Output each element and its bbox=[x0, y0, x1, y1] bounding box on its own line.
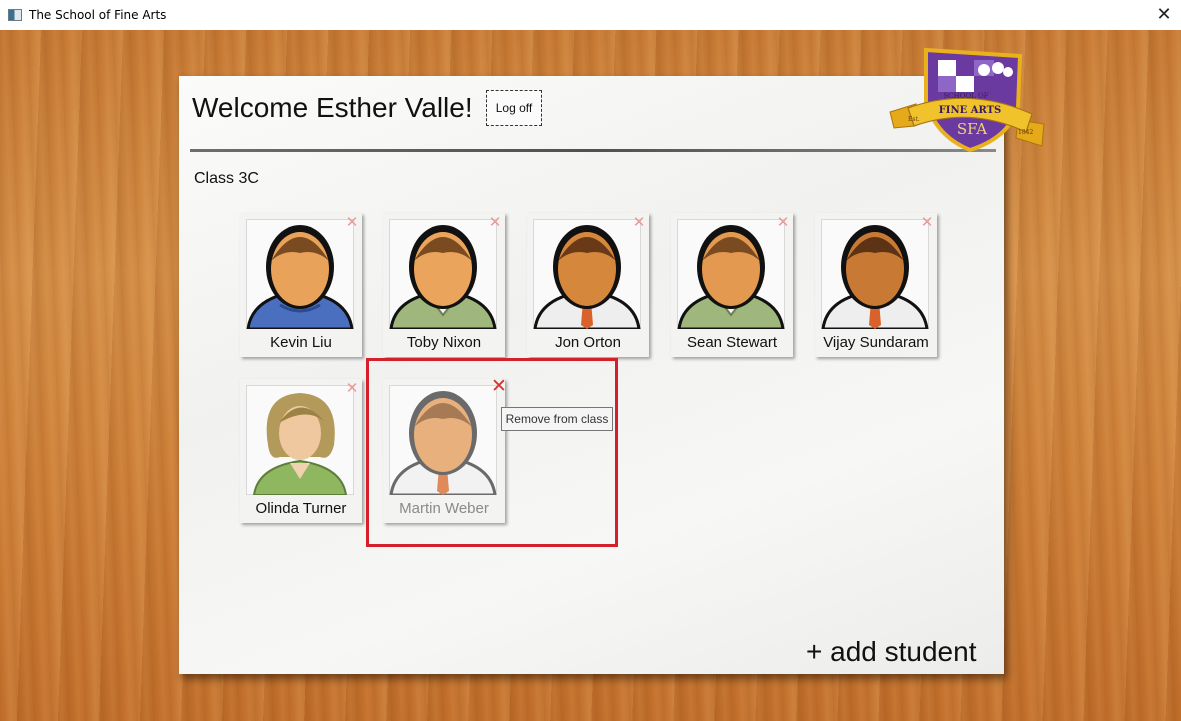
student-card[interactable]: Jon Orton ✕ bbox=[527, 213, 649, 357]
crest-line2: FINE ARTS bbox=[939, 105, 1002, 116]
student-card[interactable]: Toby Nixon ✕ bbox=[383, 213, 505, 357]
crest-left-ribbon: Est. bbox=[908, 116, 920, 123]
app-window-icon bbox=[8, 9, 22, 21]
remove-tooltip: Remove from class bbox=[501, 407, 613, 431]
welcome-heading: Welcome Esther Valle! bbox=[192, 92, 473, 123]
male-avatar-icon bbox=[821, 219, 929, 329]
window-close-icon[interactable]: ✕ bbox=[1153, 4, 1175, 26]
student-name: Sean Stewart bbox=[686, 334, 778, 351]
remove-from-class-icon[interactable]: ✕ bbox=[631, 215, 647, 231]
remove-from-class-icon[interactable]: ✕ bbox=[344, 381, 360, 397]
window-title: The School of Fine Arts bbox=[29, 8, 167, 22]
male-avatar-icon bbox=[389, 219, 497, 329]
class-label: Class 3C bbox=[194, 170, 259, 187]
male-avatar-icon bbox=[677, 219, 785, 329]
logoff-button[interactable]: Log off bbox=[486, 90, 542, 126]
crest-initials: SFA bbox=[957, 120, 987, 138]
header-divider bbox=[190, 149, 996, 152]
male-avatar-icon bbox=[246, 219, 354, 329]
student-card[interactable]: Kevin Liu ✕ bbox=[240, 213, 362, 357]
student-name: Jon Orton bbox=[555, 334, 621, 351]
student-name: Vijay Sundaram bbox=[823, 334, 929, 351]
student-name: Kevin Liu bbox=[270, 334, 332, 351]
selection-highlight bbox=[366, 358, 618, 547]
add-student-button[interactable]: + add student bbox=[806, 636, 976, 668]
remove-from-class-icon[interactable]: ✕ bbox=[344, 215, 360, 231]
crest-line1: SCHOOL OF bbox=[943, 92, 988, 100]
female-avatar-icon bbox=[246, 385, 354, 495]
student-card[interactable]: Sean Stewart ✕ bbox=[671, 213, 793, 357]
student-name: Olinda Turner bbox=[255, 500, 347, 517]
student-name: Toby Nixon bbox=[406, 334, 482, 351]
remove-from-class-icon[interactable]: ✕ bbox=[919, 215, 935, 231]
title-bar: The School of Fine Arts ✕ bbox=[0, 0, 1181, 30]
remove-from-class-icon[interactable]: ✕ bbox=[775, 215, 791, 231]
male-avatar-icon bbox=[533, 219, 641, 329]
remove-from-class-icon[interactable]: ✕ bbox=[487, 215, 503, 231]
student-card[interactable]: Olinda Turner ✕ bbox=[240, 379, 362, 523]
crest-right-ribbon: 1842 bbox=[1018, 129, 1033, 136]
student-card[interactable]: Vijay Sundaram ✕ bbox=[815, 213, 937, 357]
school-crest-logo: SCHOOL OF FINE ARTS SFA Est. 1842 bbox=[889, 47, 1045, 152]
